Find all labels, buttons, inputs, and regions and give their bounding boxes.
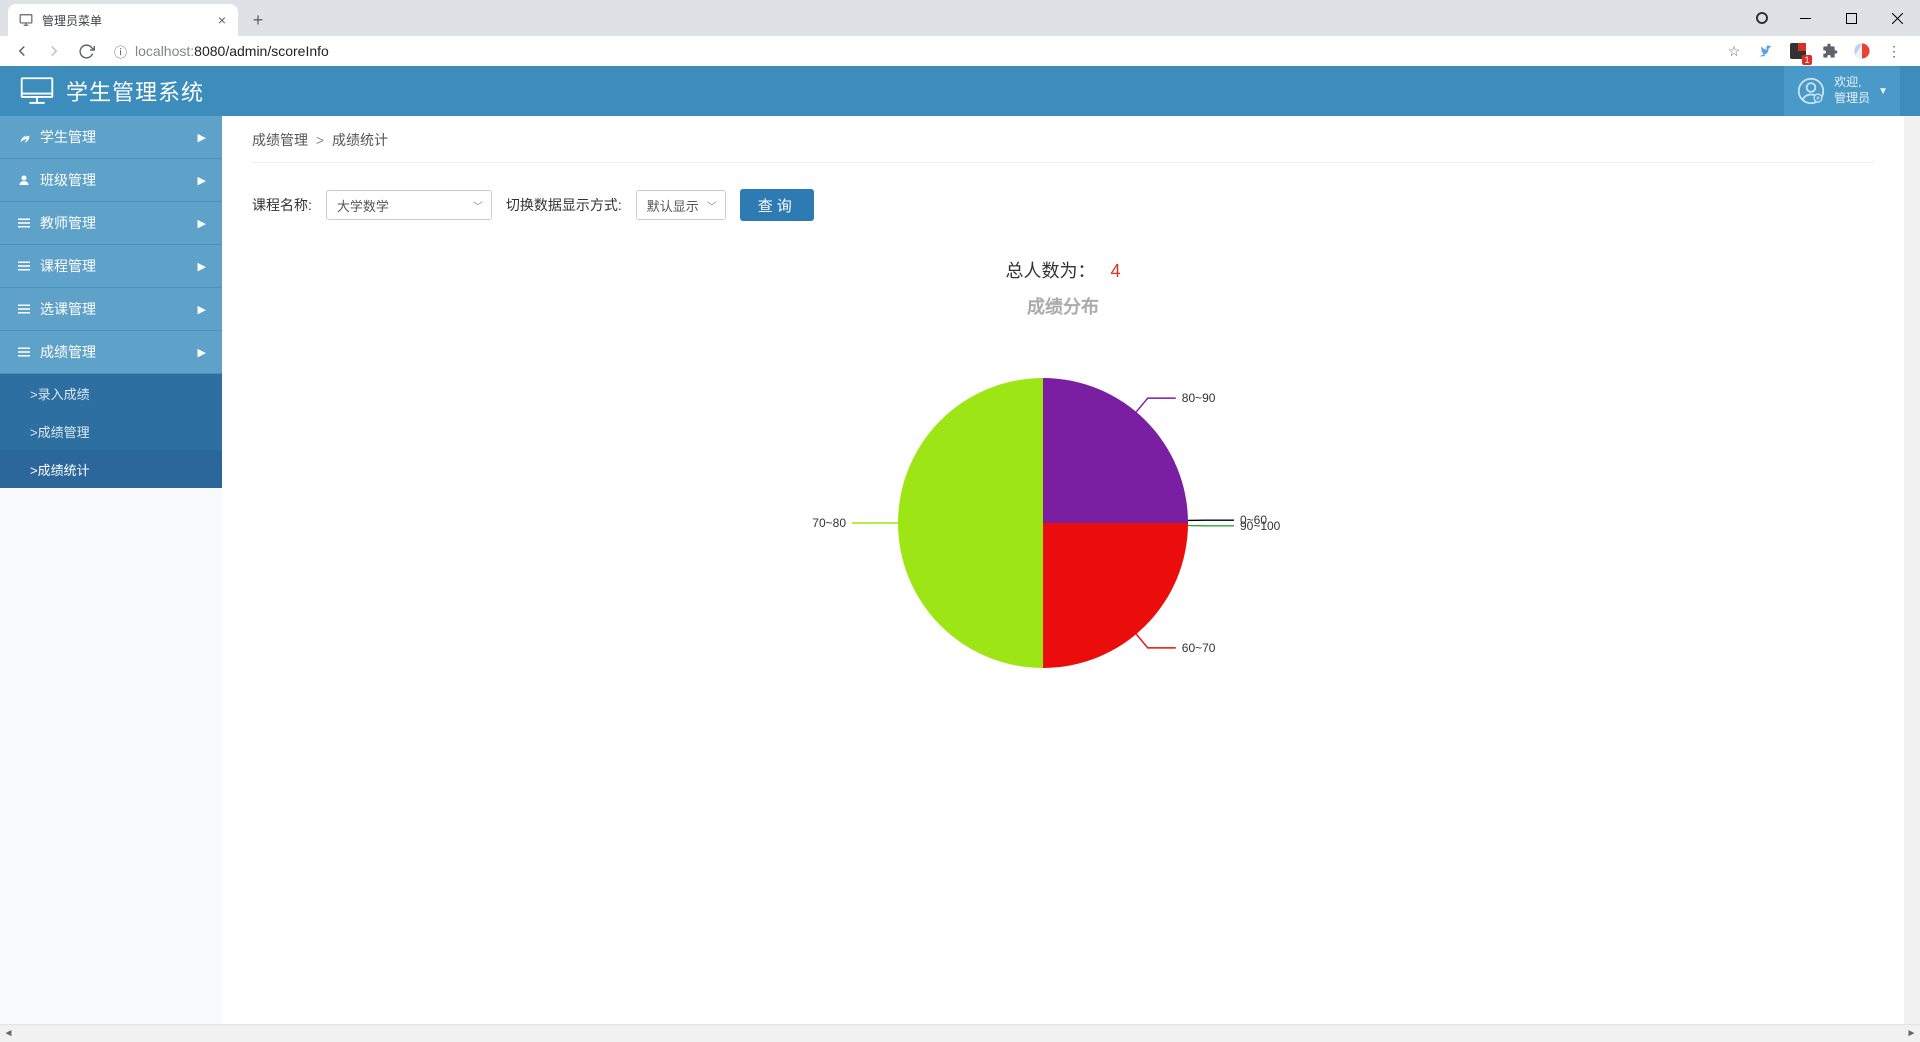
total-label: 总人数为：: [1005, 261, 1095, 281]
sidebar-sub-label: >成绩管理: [30, 422, 90, 441]
welcome-label: 欢迎,: [1834, 75, 1870, 91]
caret-right-icon: ▶: [198, 131, 206, 144]
window-close-button[interactable]: [1874, 2, 1920, 34]
caret-right-icon: ▶: [198, 174, 206, 187]
sidebar-sub-label: >成绩统计: [30, 460, 90, 479]
user-icon: [16, 174, 32, 186]
window-maximize-button[interactable]: [1828, 2, 1874, 34]
user-menu[interactable]: 欢迎, 管理员 ▼: [1784, 66, 1900, 116]
nav-reload-button[interactable]: [72, 37, 100, 65]
chevron-down-icon: ﹀: [707, 198, 717, 213]
total-row: 总人数为： 4: [252, 257, 1874, 283]
svg-text:80~90: 80~90: [1182, 391, 1216, 405]
list-icon: [16, 347, 32, 357]
tab-favicon-monitor-icon: [18, 12, 34, 28]
breadcrumb-a: 成绩管理: [252, 132, 308, 148]
chevron-down-icon: ﹀: [473, 198, 483, 213]
sidebar-label: 学生管理: [40, 127, 198, 147]
vertical-scrollbar[interactable]: [1904, 116, 1920, 1024]
incognito-indicator-icon: [1756, 12, 1768, 24]
extension-bird-icon[interactable]: [1754, 39, 1778, 63]
browser-chrome: 管理员菜单 × + ⓘ localhost:8080/admin/scoreIn…: [0, 0, 1920, 66]
nav-back-button[interactable]: [8, 37, 36, 65]
browser-menu-icon[interactable]: ⋮: [1882, 39, 1906, 63]
url-host: localhost:: [135, 43, 194, 59]
filter-bar: 课程名称: 大学数学 ﹀ 切换数据显示方式: 默认显示 ﹀ 查询: [252, 189, 1874, 221]
url-path: 8080/admin/scoreInfo: [194, 43, 329, 59]
extensions-puzzle-icon[interactable]: [1818, 39, 1842, 63]
profile-avatar-icon[interactable]: [1850, 39, 1874, 63]
app-title: 学生管理系统: [66, 75, 204, 107]
sidebar-sub-label: >录入成绩: [30, 384, 90, 403]
sidebar-label: 班级管理: [40, 170, 198, 190]
mode-select[interactable]: 默认显示 ﹀: [636, 190, 726, 220]
sidebar-item-class[interactable]: 班级管理 ▶: [0, 159, 222, 202]
leaf-icon: [16, 131, 32, 144]
pie-chart: 0~6060~7070~8080~9090~100: [753, 343, 1373, 703]
url-input[interactable]: ⓘ localhost:8080/admin/scoreInfo: [104, 37, 1718, 65]
list-icon: [16, 261, 32, 271]
sidebar-item-elective[interactable]: 选课管理 ▶: [0, 288, 222, 331]
sidebar-label: 成绩管理: [40, 342, 198, 362]
address-bar: ⓘ localhost:8080/admin/scoreInfo ☆ 1 ⋮: [0, 36, 1920, 66]
bookmark-star-icon[interactable]: ☆: [1722, 39, 1746, 63]
course-select[interactable]: 大学数学 ﹀: [326, 190, 492, 220]
browser-tab[interactable]: 管理员菜单 ×: [8, 4, 238, 36]
tab-close-icon[interactable]: ×: [216, 12, 228, 28]
tab-title: 管理员菜单: [42, 12, 208, 29]
main-content: 成绩管理 > 成绩统计 课程名称: 大学数学 ﹀ 切换数据显示方式: 默认显示 …: [222, 116, 1904, 1024]
breadcrumb: 成绩管理 > 成绩统计: [252, 130, 1874, 163]
site-info-icon[interactable]: ⓘ: [114, 42, 127, 61]
user-avatar-icon: [1796, 76, 1826, 106]
app-brand: 学生管理系统: [20, 75, 204, 107]
total-count: 4: [1111, 261, 1121, 281]
scroll-right-icon[interactable]: ►: [1903, 1025, 1920, 1042]
breadcrumb-b: 成绩统计: [332, 132, 388, 148]
caret-right-icon: ▶: [198, 217, 206, 230]
sidebar-item-student[interactable]: 学生管理 ▶: [0, 116, 222, 159]
sidebar-label: 教师管理: [40, 213, 198, 233]
horizontal-scrollbar[interactable]: ◄ ►: [0, 1024, 1920, 1042]
sidebar-label: 选课管理: [40, 299, 198, 319]
chart-title: 成绩分布: [252, 293, 1874, 319]
breadcrumb-sep: >: [316, 132, 324, 148]
caret-right-icon: ▶: [198, 346, 206, 359]
sidebar: 学生管理 ▶ 班级管理 ▶ 教师管理 ▶ 课程管理 ▶ 选课管理 ▶ 成绩管理 …: [0, 116, 222, 1024]
role-label: 管理员: [1834, 91, 1870, 107]
course-select-value: 大学数学: [337, 196, 389, 215]
svg-text:70~80: 70~80: [812, 516, 846, 530]
sidebar-label: 课程管理: [40, 256, 198, 276]
sidebar-item-teacher[interactable]: 教师管理 ▶: [0, 202, 222, 245]
sidebar-sub-score-manage[interactable]: >成绩管理: [0, 412, 222, 450]
sidebar-sub-enter-score[interactable]: >录入成绩: [0, 374, 222, 412]
caret-right-icon: ▶: [198, 260, 206, 273]
extension-devtools-icon[interactable]: 1: [1786, 39, 1810, 63]
user-caret-icon: ▼: [1878, 86, 1888, 97]
query-button[interactable]: 查询: [740, 189, 814, 221]
user-text: 欢迎, 管理员: [1834, 75, 1870, 106]
svg-text:60~70: 60~70: [1182, 641, 1216, 655]
sidebar-sub-score-stats[interactable]: >成绩统计: [0, 450, 222, 488]
mode-label: 切换数据显示方式:: [506, 195, 622, 215]
extension-badge: 1: [1802, 55, 1812, 65]
caret-right-icon: ▶: [198, 303, 206, 316]
tab-bar: 管理员菜单 × +: [0, 0, 1920, 36]
course-label: 课程名称:: [252, 195, 312, 215]
svg-text:90~100: 90~100: [1240, 519, 1281, 533]
scroll-left-icon[interactable]: ◄: [0, 1025, 17, 1042]
list-icon: [16, 218, 32, 228]
nav-forward-button[interactable]: [40, 37, 68, 65]
sidebar-item-score[interactable]: 成绩管理 ▶: [0, 331, 222, 374]
window-minimize-button[interactable]: [1782, 2, 1828, 34]
new-tab-button[interactable]: +: [244, 6, 272, 34]
app-header: 学生管理系统 欢迎, 管理员 ▼: [0, 66, 1920, 116]
sidebar-item-course[interactable]: 课程管理 ▶: [0, 245, 222, 288]
list-icon: [16, 304, 32, 314]
mode-select-value: 默认显示: [647, 196, 699, 215]
app-logo-monitor-icon: [20, 76, 54, 106]
